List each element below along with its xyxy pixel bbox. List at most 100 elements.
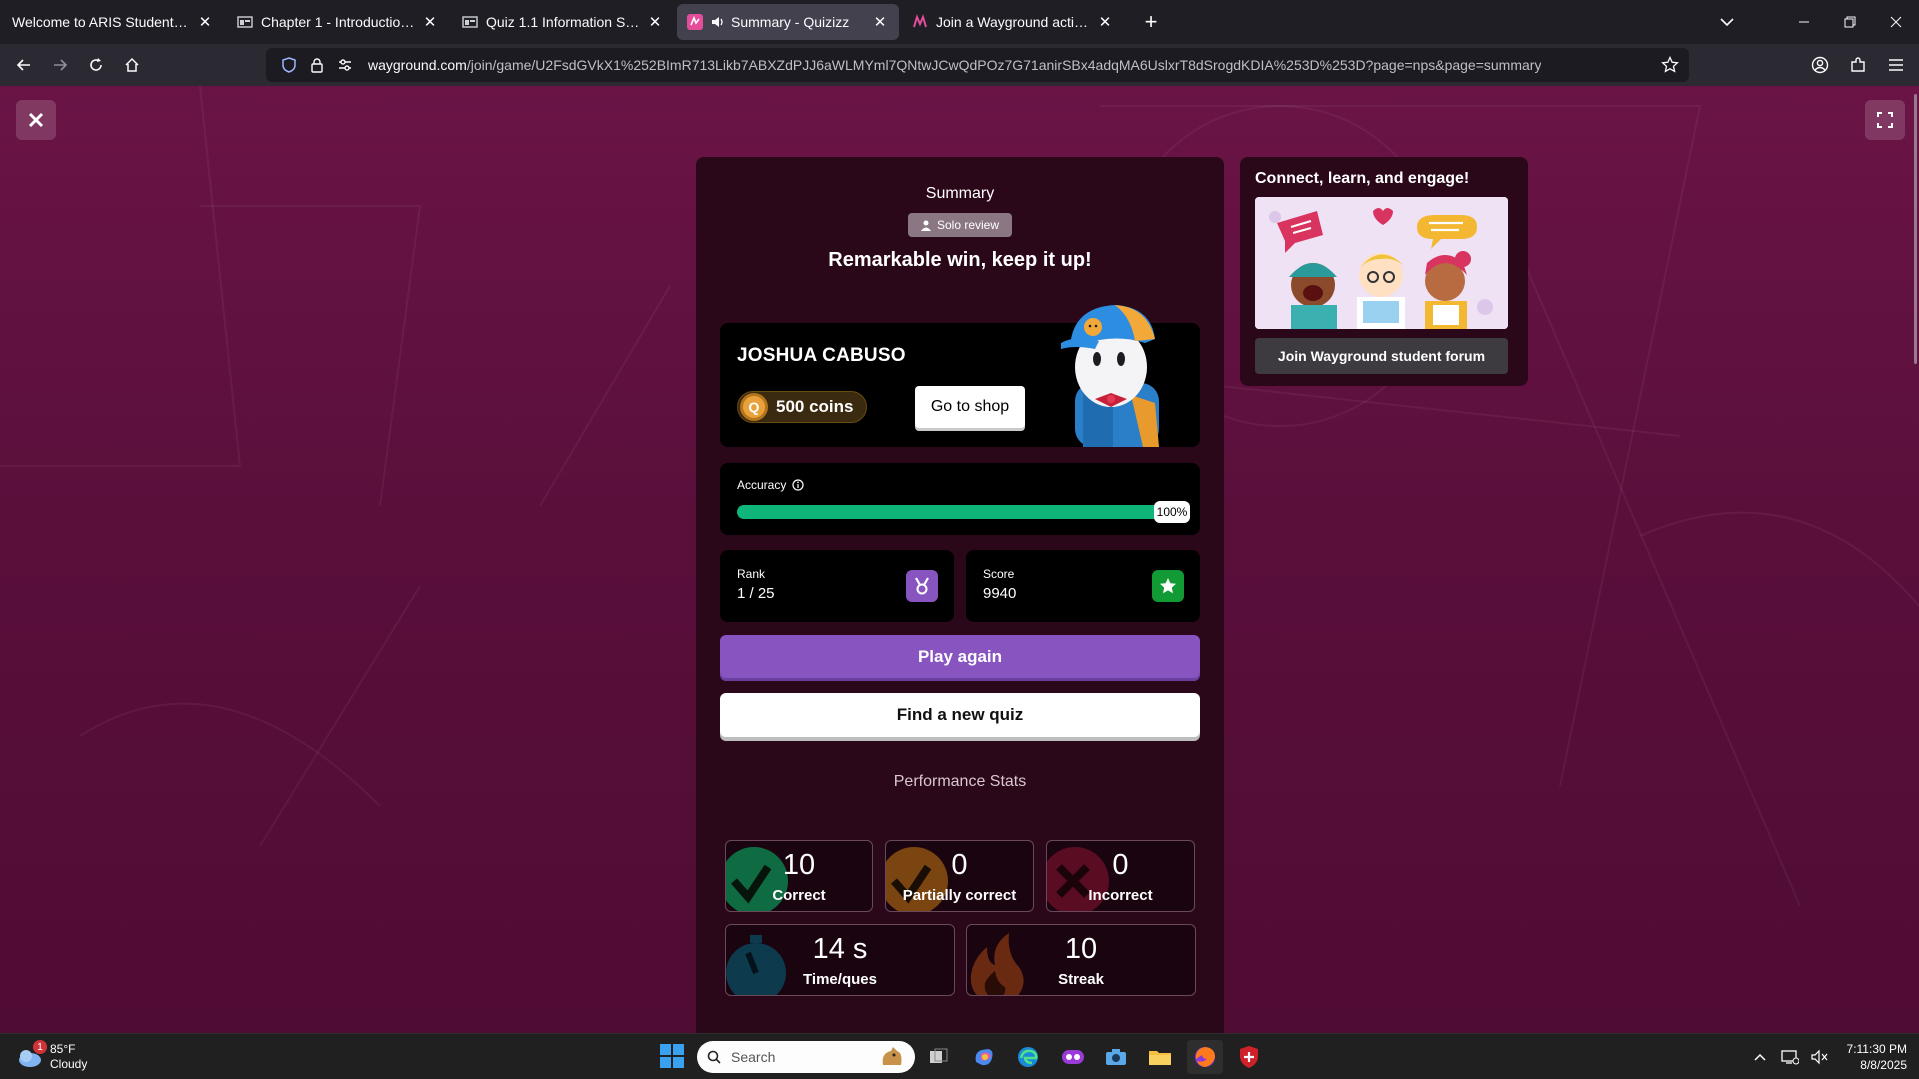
list-all-tabs-icon[interactable] (1711, 6, 1743, 38)
task-view-icon[interactable] (921, 1040, 957, 1074)
lock-icon[interactable] (304, 52, 330, 78)
minimize-icon[interactable] (1781, 0, 1827, 44)
time-label: Time/ques (803, 971, 877, 988)
summary-title: Summary (925, 185, 995, 202)
copilot-icon[interactable] (966, 1040, 1002, 1074)
mode-chip: Solo review (908, 213, 1012, 237)
taskbar-search[interactable]: Search (697, 1041, 915, 1073)
scrollbar-thumb[interactable] (1914, 94, 1917, 364)
rank-card: Rank 1 / 25 (720, 550, 954, 622)
stat-streak: 10 Streak (966, 924, 1196, 996)
search-placeholder: Search (731, 1049, 776, 1065)
weather-text: 85°F Cloudy (50, 1042, 87, 1072)
search-icon (707, 1050, 721, 1064)
security-app-icon[interactable] (1231, 1040, 1267, 1074)
score-label: Score (983, 567, 1015, 581)
tracking-protection-shield-icon[interactable] (276, 52, 302, 78)
player-card: JOSHUA CABUSO Q 500 coins Go to shop (720, 305, 1200, 447)
tab-title: Chapter 1 - Introduction to Info (261, 14, 421, 30)
network-icon[interactable] (1777, 1042, 1803, 1072)
tab-close-icon[interactable]: ✕ (871, 13, 889, 31)
partial-value: 0 (951, 849, 968, 881)
clock[interactable]: 7:11:30 PM 8/8/2025 (1847, 1041, 1907, 1073)
quizizz-icon (687, 14, 703, 30)
windows-start-icon[interactable] (659, 1043, 685, 1069)
go-to-shop-button[interactable]: Go to shop (915, 386, 1025, 428)
url-path: /join/game/U2FsdGVkX1%252BImR713Likb7ABX… (466, 57, 1542, 73)
partial-label: Partially correct (902, 887, 1017, 904)
weather-badge: 1 (33, 1040, 47, 1054)
extensions-icon[interactable] (1839, 48, 1877, 82)
reload-icon[interactable] (78, 48, 114, 82)
page-scrollbar[interactable] (1912, 86, 1919, 1033)
join-forum-button[interactable]: Join Wayground student forum (1255, 338, 1508, 374)
forward-icon[interactable] (42, 48, 78, 82)
coin-icon: Q (740, 393, 768, 421)
accuracy-percentage: 100% (1154, 501, 1190, 523)
performance-stats-title: Performance Stats (893, 773, 1027, 790)
stat-correct: 10 Correct (725, 840, 873, 912)
browser-tab[interactable]: Chapter 1 - Introduction to Info ✕ (227, 4, 449, 40)
browser-tab[interactable]: Join a Wayground activity - Ente ✕ (902, 4, 1124, 40)
window-close-icon[interactable] (1873, 0, 1919, 44)
browser-tab-active[interactable]: Summary - Quizizz ✕ (677, 4, 899, 40)
tab-close-icon[interactable]: ✕ (1096, 13, 1114, 31)
weather-widget[interactable]: 1 85°F Cloudy (16, 1040, 87, 1073)
tab-close-icon[interactable]: ✕ (646, 13, 664, 31)
menu-icon[interactable] (1877, 48, 1915, 82)
find-new-quiz-button[interactable]: Find a new quiz (720, 693, 1200, 737)
volume-muted-icon[interactable] (1807, 1042, 1833, 1072)
community-illustration (1255, 197, 1508, 329)
tab-close-icon[interactable]: ✕ (196, 13, 214, 31)
star-icon (1152, 570, 1184, 602)
speaker-icon[interactable] (711, 14, 725, 30)
fullscreen-button[interactable] (1865, 100, 1905, 140)
chevron-up-icon[interactable] (1747, 1042, 1773, 1072)
close-quiz-button[interactable] (16, 100, 56, 140)
browser-tab[interactable]: Quiz 1.1 Information Security: I ✕ (452, 4, 674, 40)
file-explorer-icon[interactable] (1142, 1040, 1178, 1074)
home-icon[interactable] (114, 48, 150, 82)
browser-tab-bar: Welcome to ARIS Student Portal ✕ Chapter… (0, 0, 1919, 44)
rank-label: Rank (737, 567, 766, 581)
toolbar-right (1801, 44, 1919, 86)
account-icon[interactable] (1801, 48, 1839, 82)
browser-toolbar: wayground.com/join/game/U2FsdGVkX1%252BI… (0, 44, 1919, 86)
correct-label: Correct (772, 887, 826, 904)
accuracy-bar-fill (737, 505, 1167, 519)
camera-icon[interactable] (1098, 1040, 1134, 1074)
accuracy-bar-track (737, 505, 1167, 519)
clock-time: 7:11:30 PM (1846, 1042, 1907, 1056)
back-icon[interactable] (6, 48, 42, 82)
community-panel: Connect, learn, and engage! Join Waygrou… (1240, 157, 1528, 386)
edge-icon[interactable] (1010, 1040, 1046, 1074)
accuracy-label-text: Accuracy (737, 478, 787, 492)
tab-close-icon[interactable]: ✕ (421, 13, 439, 31)
info-icon[interactable] (792, 479, 804, 491)
time-value: 14 s (812, 933, 868, 965)
search-highlight-icon (879, 1045, 905, 1069)
fullscreen-icon (1877, 112, 1893, 128)
new-tab-button[interactable]: + (1135, 6, 1167, 38)
firefox-icon[interactable] (1187, 1040, 1223, 1074)
window-controls (1781, 0, 1919, 44)
address-bar[interactable]: wayground.com/join/game/U2FsdGVkX1%252BI… (266, 48, 1689, 82)
result-headline: Remarkable win, keep it up! (828, 249, 1092, 271)
clock-date: 8/8/2025 (1860, 1058, 1907, 1072)
player-name: JOSHUA CABUSO (737, 345, 906, 366)
play-again-button[interactable]: Play again (720, 635, 1200, 678)
permissions-icon[interactable] (332, 52, 358, 78)
bookmark-star-icon[interactable] (1657, 52, 1683, 78)
restore-icon[interactable] (1827, 0, 1873, 44)
game-bar-icon[interactable] (1055, 1040, 1091, 1074)
stat-time-per-question: 14 s Time/ques (725, 924, 955, 996)
streak-value: 10 (1064, 933, 1098, 965)
tab-title: Welcome to ARIS Student Portal (12, 14, 196, 30)
score-card: Score 9940 (966, 550, 1200, 622)
browser-tab[interactable]: Welcome to ARIS Student Portal ✕ (2, 4, 224, 40)
stat-partially-correct: 0 Partially correct (885, 840, 1034, 912)
rank-value: 1 / 25 (737, 585, 775, 602)
accuracy-card: Accuracy 100% (720, 463, 1200, 535)
avatar (1061, 305, 1159, 447)
wayground-icon (912, 14, 928, 30)
